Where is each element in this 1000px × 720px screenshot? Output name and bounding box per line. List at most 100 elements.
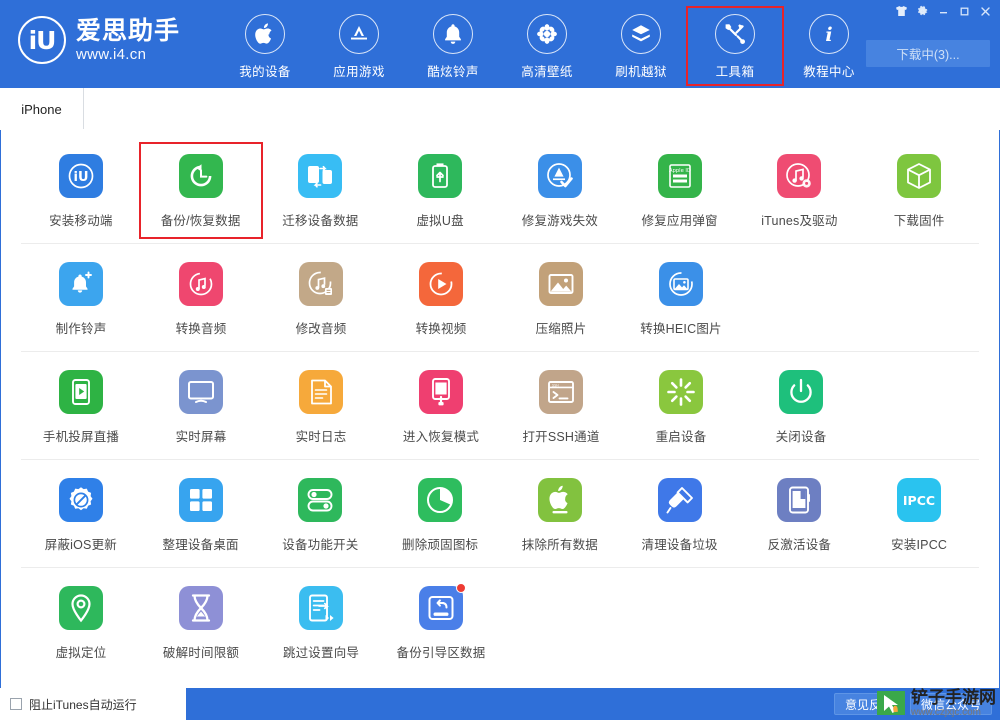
flower-icon (527, 14, 568, 54)
tool-tile-label: 设备功能开关 (282, 538, 359, 552)
toolbox-row: 手机投屏直播 实时屏幕 实时日志 进入恢复模式 SSH 打开SSH通道 重启设备 关闭设备 (21, 352, 979, 460)
tool-tile-label: 备份引导区数据 (396, 646, 486, 660)
i4-assistant-window: iU 爱思助手 www.i4.cn 我的设备 应用游戏 酷炫铃声 高清壁纸 刷机越狱 工具… (0, 0, 1000, 720)
tool-tile-live-screen[interactable]: 实时屏幕 (141, 360, 261, 453)
window-controls (891, 0, 996, 22)
tool-tile-backup-restore[interactable]: 备份/恢复数据 (138, 142, 263, 239)
tool-tile-label: 虚拟定位 (55, 646, 107, 660)
status-bar: 阻止iTunes自动运行 意见反馈 微信公众号 铲子手游网 www.czjxjc… (0, 688, 1000, 720)
usb-drive-icon (418, 154, 463, 198)
nav-item-appstore[interactable]: 应用游戏 (312, 8, 406, 84)
feedback-button[interactable]: 意见反馈 (833, 693, 904, 715)
tool-tile-deactivate-device[interactable]: 反激活设备 (740, 468, 860, 561)
tool-tile-install-ipcc[interactable]: IPCC 安装IPCC (859, 468, 979, 561)
tool-tile-usb-drive[interactable]: 虚拟U盘 (380, 144, 500, 237)
tool-tile-virtual-location[interactable]: 虚拟定位 (21, 576, 141, 669)
nav-item-tools[interactable]: 工具箱 (686, 6, 785, 86)
bell-icon (433, 14, 474, 54)
tool-tile-label: 整理设备桌面 (162, 538, 239, 552)
ssh-terminal-icon: SSH (539, 370, 583, 414)
apple-id-icon: Apple ID (657, 154, 702, 198)
tool-tile-organize-desktop[interactable]: 整理设备桌面 (141, 468, 261, 561)
tool-tile-live-log[interactable]: 实时日志 (261, 360, 381, 453)
tool-tile-label: 迁移设备数据 (282, 214, 359, 228)
tool-tile-make-ringtone[interactable]: 制作铃声 (21, 252, 141, 345)
tool-tile-convert-heic[interactable]: 转换HEIC图片 (621, 252, 741, 345)
recovery-mode-icon (419, 370, 463, 414)
tool-tile-apple-id[interactable]: Apple ID 修复应用弹窗 (620, 144, 740, 237)
tool-tile-block-ios-update[interactable]: 屏蔽iOS更新 (21, 468, 141, 561)
tool-tile-delete-icon[interactable]: 删除顽固图标 (380, 468, 500, 561)
tool-tile-itunes-driver[interactable]: iTunes及驱动 (740, 144, 860, 237)
tool-tile-edit-audio[interactable]: 修改音频 (261, 252, 381, 345)
itunes-block-label: 阻止iTunes自动运行 (29, 697, 137, 712)
nav-item-flower[interactable]: 高清壁纸 (500, 8, 594, 84)
box-open-icon (621, 14, 662, 54)
nav-item-label: 应用游戏 (333, 65, 385, 79)
tool-tile-backup-boot-data[interactable]: 备份引导区数据 (381, 576, 501, 669)
tool-tile-fix-game[interactable]: 修复游戏失效 (500, 144, 620, 237)
download-status-button[interactable]: 下载中(3)... (866, 40, 990, 67)
tool-tile-erase-all-data[interactable]: 抹除所有数据 (500, 468, 620, 561)
nav-item-label: 教程中心 (803, 65, 855, 79)
tool-tile-i4-app[interactable]: iU 安装移动端 (21, 144, 141, 237)
block-ios-update-icon (58, 478, 103, 522)
info-icon: i (809, 14, 850, 54)
tools-icon (715, 14, 756, 54)
itunes-block-checkbox[interactable] (10, 698, 22, 710)
nav-item-label: 高清壁纸 (521, 65, 573, 79)
tool-tile-ssh-terminal[interactable]: SSH 打开SSH通道 (501, 360, 621, 453)
apple-icon (245, 14, 286, 54)
svg-text:IPCC: IPCC (903, 493, 935, 508)
tool-tile-feature-toggle[interactable]: 设备功能开关 (261, 468, 381, 561)
nav-item-label: 酷炫铃声 (427, 65, 479, 79)
tool-tile-recovery-mode[interactable]: 进入恢复模式 (381, 360, 501, 453)
backup-boot-data-icon (419, 583, 466, 630)
skin-icon[interactable] (891, 1, 912, 21)
tool-tile-firmware-box[interactable]: 下载固件 (859, 144, 979, 237)
live-log-icon (299, 370, 343, 414)
tool-tile-label: 实时日志 (295, 430, 347, 444)
minimize-button[interactable] (933, 1, 954, 21)
tool-tile-convert-audio[interactable]: 转换音频 (141, 252, 261, 345)
tool-tile-label: 修改音频 (295, 322, 347, 336)
compress-photo-icon (539, 262, 583, 306)
tool-tile-label: 实时屏幕 (175, 430, 227, 444)
close-button[interactable] (975, 1, 996, 21)
tab-iphone-label: iPhone (21, 101, 62, 117)
tool-tile-crack-time-limit[interactable]: 破解时间限额 (141, 576, 261, 669)
tool-tile-label: 删除顽固图标 (402, 538, 479, 552)
tool-tile-compress-photo[interactable]: 压缩照片 (501, 252, 621, 345)
tool-tile-reboot-device[interactable]: 重启设备 (621, 360, 741, 453)
i4-logo-icon: iU (18, 16, 66, 64)
screen-cast-icon (59, 370, 103, 414)
nav-item-box-open[interactable]: 刷机越狱 (594, 8, 688, 84)
firmware-box-icon (897, 154, 942, 198)
logo-mark-text: iU (28, 25, 57, 55)
nav-item-info[interactable]: i 教程中心 (782, 8, 876, 84)
wechat-button[interactable]: 微信公众号 (909, 693, 992, 715)
maximize-button[interactable] (954, 1, 975, 21)
tool-tile-power-off[interactable]: 关闭设备 (741, 360, 861, 453)
settings-gear-icon[interactable] (912, 1, 933, 21)
nav-item-bell[interactable]: 酷炫铃声 (406, 8, 500, 84)
tool-tile-label: 压缩照片 (535, 322, 587, 336)
tool-tile-label: 屏蔽iOS更新 (44, 538, 117, 552)
tool-tile-screen-cast[interactable]: 手机投屏直播 (21, 360, 141, 453)
tool-tile-skip-setup[interactable]: 跳过设置向导 (261, 576, 381, 669)
tab-iphone[interactable]: iPhone (0, 88, 84, 130)
tool-tile-clean-junk[interactable]: 清理设备垃圾 (620, 468, 740, 561)
tool-tile-migrate-device[interactable]: 迁移设备数据 (261, 144, 381, 237)
toolbox-row: 虚拟定位 破解时间限额 跳过设置向导 备份引导区数据 (21, 568, 979, 675)
tool-tile-label: 下载固件 (893, 214, 945, 228)
itunes-block-option[interactable]: 阻止iTunes自动运行 (0, 688, 186, 720)
convert-audio-icon (179, 262, 223, 306)
delete-icon-icon (418, 478, 463, 522)
tool-tile-label: 转换视频 (415, 322, 467, 336)
brand-url: www.i4.cn (76, 45, 147, 63)
virtual-location-icon (59, 586, 103, 630)
toolbox-grid: iU 安装移动端 备份/恢复数据 迁移设备数据 虚拟U盘 修复游戏失效 Apple ID 修复… (0, 130, 1000, 688)
tool-tile-convert-video[interactable]: 转换视频 (381, 252, 501, 345)
svg-text:Apple ID: Apple ID (669, 168, 691, 174)
nav-item-apple[interactable]: 我的设备 (218, 8, 312, 84)
